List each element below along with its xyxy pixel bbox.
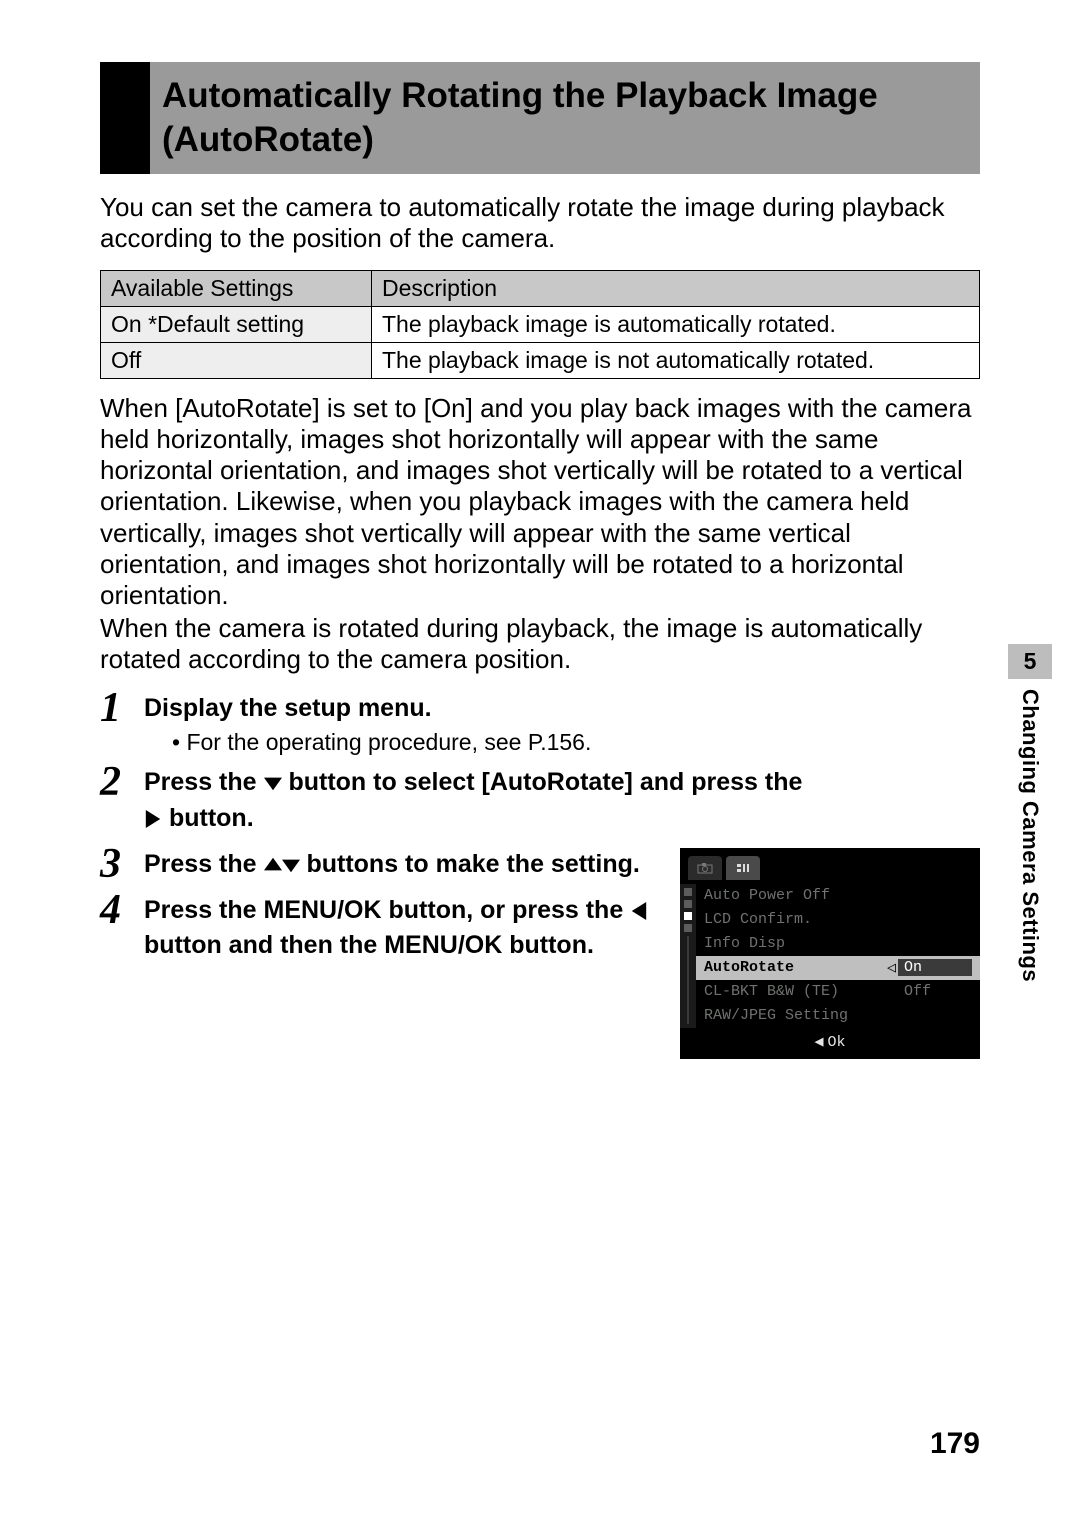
table-cell-description: The playback image is automatically rota…	[372, 306, 980, 342]
lcd-body: Auto Power Off LCD Confirm. Info Disp	[680, 884, 980, 1028]
step-number: 4	[100, 886, 121, 934]
step-number: 1	[100, 684, 121, 732]
lcd-item-value: Off	[898, 983, 972, 1000]
lcd-footer-label: Ok	[828, 1034, 846, 1051]
procedure-steps: 1 Display the setup menu. For the operat…	[100, 692, 980, 1059]
lcd-left-triangle-icon: ◁	[887, 958, 896, 977]
section-heading: Automatically Rotating the Playback Imag…	[100, 62, 980, 174]
settings-table: Available Settings Description On *Defau…	[100, 270, 980, 379]
step-heading: Press the buttons to make the setting.	[144, 848, 662, 884]
table-cell-setting: Off	[101, 342, 372, 378]
table-cell-setting: On *Default setting	[101, 306, 372, 342]
lcd-menu-list: Auto Power Off LCD Confirm. Info Disp	[696, 884, 980, 1028]
table-header-settings: Available Settings	[101, 270, 372, 306]
lcd-item-label: LCD Confirm.	[704, 911, 898, 928]
step-subtext: For the operating procedure, see P.156.	[172, 729, 980, 756]
step-1: 1 Display the setup menu. For the operat…	[100, 692, 980, 757]
step-heading: Press the button to select [AutoRotate] …	[144, 766, 980, 838]
lcd-item-label: CL-BKT B&W (TE)	[704, 983, 898, 1000]
step-text: Press the	[144, 768, 264, 796]
step-number: 2	[100, 758, 121, 806]
lcd-tabs	[680, 856, 980, 884]
explanation-paragraph-1: When [AutoRotate] is set to [On] and you…	[100, 393, 980, 611]
lcd-left-arrow-icon: ◀	[814, 1034, 823, 1051]
explanation-paragraph-2: When the camera is rotated during playba…	[100, 613, 980, 675]
lcd-menu-item: Info Disp	[696, 932, 980, 956]
intro-paragraph: You can set the camera to automatically …	[100, 192, 980, 254]
lcd-tab-camera-icon	[688, 856, 722, 880]
table-cell-description: The playback image is not automatically …	[372, 342, 980, 378]
lcd-menu-item: LCD Confirm.	[696, 908, 980, 932]
lcd-menu-item-selected: AutoRotate ◁ On	[696, 956, 980, 980]
lcd-item-label: Auto Power Off	[704, 887, 898, 904]
chapter-label: Changing Camera Settings	[1017, 689, 1043, 982]
lcd-menu-item: Auto Power Off	[696, 884, 980, 908]
step-4: 4 Press the MENU/OK button, or press the…	[100, 894, 662, 964]
lcd-item-label: Info Disp	[704, 935, 898, 952]
step-heading: Press the MENU/OK button, or press the b…	[144, 894, 662, 964]
step-2: 2 Press the button to select [AutoRotate…	[100, 766, 980, 838]
lcd-item-label: AutoRotate	[704, 959, 887, 976]
step-heading: Display the setup menu.	[144, 692, 980, 726]
lcd-item-label: RAW/JPEG Setting	[704, 1007, 898, 1024]
lcd-tab-setup-icon	[726, 856, 760, 880]
right-arrow-icon	[144, 804, 162, 838]
step-text: button and then the MENU/OK button.	[144, 931, 594, 959]
step-number: 3	[100, 840, 121, 888]
table-row: Off The playback image is not automatica…	[101, 342, 980, 378]
lcd-menu-item: CL-BKT B&W (TE) Off	[696, 980, 980, 1004]
heading-marker	[100, 62, 150, 174]
chapter-side-tab: 5 Changing Camera Settings	[990, 644, 1070, 982]
step-text: button to select [AutoRotate] and press …	[288, 768, 802, 796]
down-arrow-icon	[282, 850, 300, 884]
section-title: Automatically Rotating the Playback Imag…	[150, 62, 980, 174]
step-3: 3 Press the buttons to make the setting.	[100, 848, 662, 884]
manual-page: Automatically Rotating the Playback Imag…	[0, 0, 1080, 1521]
lcd-menu-item: RAW/JPEG Setting	[696, 1004, 980, 1028]
table-header-description: Description	[372, 270, 980, 306]
step-text: Press the	[144, 850, 264, 878]
step-row-container: 3 Press the buttons to make the setting.	[100, 848, 980, 1059]
chapter-number: 5	[1008, 644, 1052, 679]
step-text: Press the MENU/OK button, or press the	[144, 896, 630, 924]
page-number: 179	[930, 1427, 980, 1461]
step-text: button.	[169, 804, 254, 832]
camera-lcd-screenshot: Auto Power Off LCD Confirm. Info Disp	[680, 848, 980, 1059]
step-text: buttons to make the setting.	[306, 850, 639, 878]
down-arrow-icon	[264, 768, 282, 802]
lcd-scrollbar	[680, 884, 696, 1028]
up-arrow-icon	[264, 850, 282, 884]
lcd-footer: ◀ Ok	[680, 1028, 980, 1051]
lcd-item-value: On	[898, 959, 972, 976]
table-row: On *Default setting The playback image i…	[101, 306, 980, 342]
left-arrow-icon	[630, 896, 648, 930]
